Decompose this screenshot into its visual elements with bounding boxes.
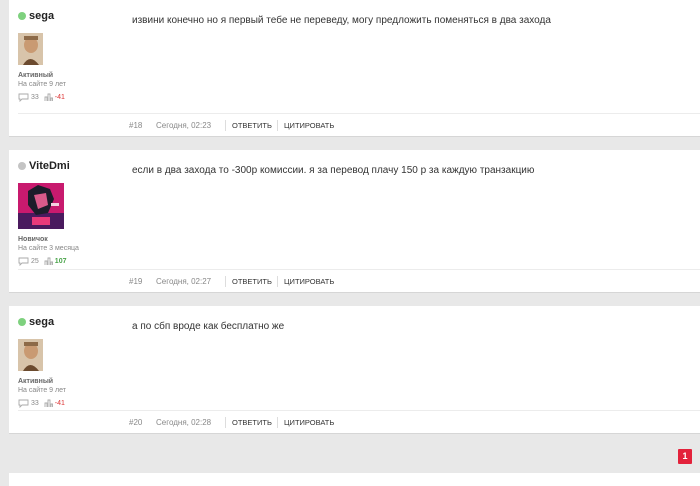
reply-button[interactable]: ОТВЕТИТЬ — [225, 417, 272, 428]
pagination-current-page[interactable]: 1 — [678, 449, 692, 464]
reputation-value: -41 — [54, 400, 65, 407]
reply-button[interactable]: ОТВЕТИТЬ — [225, 276, 272, 287]
message-count-icon — [18, 399, 29, 408]
member-since: На сайте 9 лет — [18, 81, 66, 88]
message-count: 33 — [31, 400, 39, 407]
quote-button[interactable]: ЦИТИРОВАТЬ — [277, 417, 334, 428]
user-rank: Новичок — [18, 236, 48, 243]
post-time: Сегодня, 02:23 — [156, 121, 212, 130]
forum-post: ViteDmi Новичок На сайте 3 месяца 25 107 — [9, 150, 700, 293]
avatar[interactable] — [18, 339, 43, 371]
author-name[interactable]: ViteDmi — [29, 160, 70, 172]
forum-post: sega Активный На сайте 9 лет 33 -41 изви… — [9, 0, 700, 137]
offline-status-icon — [18, 162, 26, 170]
author-name[interactable]: sega — [29, 316, 54, 328]
post-text: если в два захода то -300р комиссии. я з… — [132, 165, 535, 176]
post-time: Сегодня, 02:27 — [156, 277, 212, 286]
avatar[interactable] — [18, 183, 64, 229]
member-since: На сайте 9 лет — [18, 387, 66, 394]
quote-button[interactable]: ЦИТИРОВАТЬ — [277, 276, 334, 287]
avatar[interactable] — [18, 33, 43, 65]
reputation-value: 107 — [54, 258, 67, 265]
post-text: а по сбп вроде как бесплатно же — [132, 321, 285, 332]
avatar-image — [18, 339, 43, 371]
post-footer: #20 Сегодня, 02:28 ОТВЕТИТЬ ЦИТИРОВАТЬ — [18, 410, 700, 434]
message-count-icon — [18, 257, 29, 266]
author-name[interactable]: sega — [29, 10, 54, 22]
quote-button[interactable]: ЦИТИРОВАТЬ — [277, 120, 334, 131]
post-text: извини конечно но я первый тебе не перев… — [132, 15, 551, 26]
post-number[interactable]: #18 — [129, 121, 142, 130]
post-author-panel: sega Активный На сайте 9 лет 33 -41 — [18, 315, 128, 408]
message-count: 25 — [31, 258, 39, 265]
post-number[interactable]: #20 — [129, 418, 142, 427]
post-author-panel: sega Активный На сайте 9 лет 33 -41 — [18, 9, 128, 102]
forum-post: sega Активный На сайте 9 лет 33 -41 а по… — [9, 306, 700, 434]
post-time: Сегодня, 02:28 — [156, 418, 212, 427]
reputation-icon — [44, 399, 53, 407]
post-footer: #18 Сегодня, 02:23 ОТВЕТИТЬ ЦИТИРОВАТЬ — [18, 113, 700, 137]
reply-button[interactable]: ОТВЕТИТЬ — [225, 120, 272, 131]
avatar-image — [18, 183, 64, 229]
online-status-icon — [18, 12, 26, 20]
avatar-image — [18, 33, 43, 65]
message-count: 33 — [31, 94, 39, 101]
user-rank: Активный — [18, 378, 54, 385]
member-since: На сайте 3 месяца — [18, 245, 79, 252]
reputation-icon — [44, 257, 53, 265]
online-status-icon — [18, 318, 26, 326]
post-author-panel: ViteDmi Новичок На сайте 3 месяца 25 107 — [18, 159, 128, 266]
post-footer: #19 Сегодня, 02:27 ОТВЕТИТЬ ЦИТИРОВАТЬ — [18, 269, 700, 293]
reply-form-panel — [9, 473, 700, 486]
reputation-icon — [44, 93, 53, 101]
reputation-value: -41 — [54, 94, 65, 101]
user-rank: Активный — [18, 72, 54, 79]
post-number[interactable]: #19 — [129, 277, 142, 286]
message-count-icon — [18, 93, 29, 102]
